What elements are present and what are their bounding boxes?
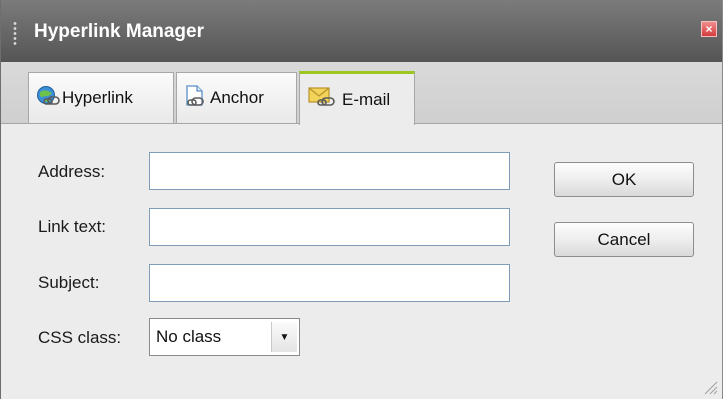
envelope-link-icon [308,86,340,113]
css-class-label: CSS class: [38,328,122,347]
tab-anchor[interactable]: Anchor [176,72,297,123]
address-label: Address: [38,162,106,181]
drag-grip-icon[interactable] [13,21,17,45]
css-class-selected-value: No class [156,327,222,346]
ok-button[interactable]: OK [554,162,694,197]
cancel-button[interactable]: Cancel [554,222,694,257]
link-text-input[interactable] [149,208,510,246]
hyperlink-manager-dialog: Hyperlink Manager × Hyperlink Anchor E-m… [0,0,723,399]
tab-hyperlink-label: Hyperlink [62,88,133,107]
subject-label: Subject: [38,273,100,292]
tab-email[interactable]: E-mail [299,71,415,125]
resize-grip-icon[interactable] [702,379,718,395]
globe-link-icon [36,85,60,112]
address-input[interactable] [149,152,510,190]
tab-email-label: E-mail [342,89,391,109]
link-text-label: Link text: [38,217,107,236]
css-class-select[interactable]: No class ▼ [149,318,300,356]
chevron-down-icon[interactable]: ▼ [271,322,297,352]
tab-anchor-label: Anchor [210,88,264,107]
subject-input[interactable] [149,264,510,302]
dialog-title: Hyperlink Manager [34,21,204,42]
title-bar[interactable]: Hyperlink Manager × [1,0,722,62]
tab-hyperlink[interactable]: Hyperlink [28,72,174,123]
close-button[interactable]: × [701,21,717,37]
document-link-icon [184,84,208,112]
